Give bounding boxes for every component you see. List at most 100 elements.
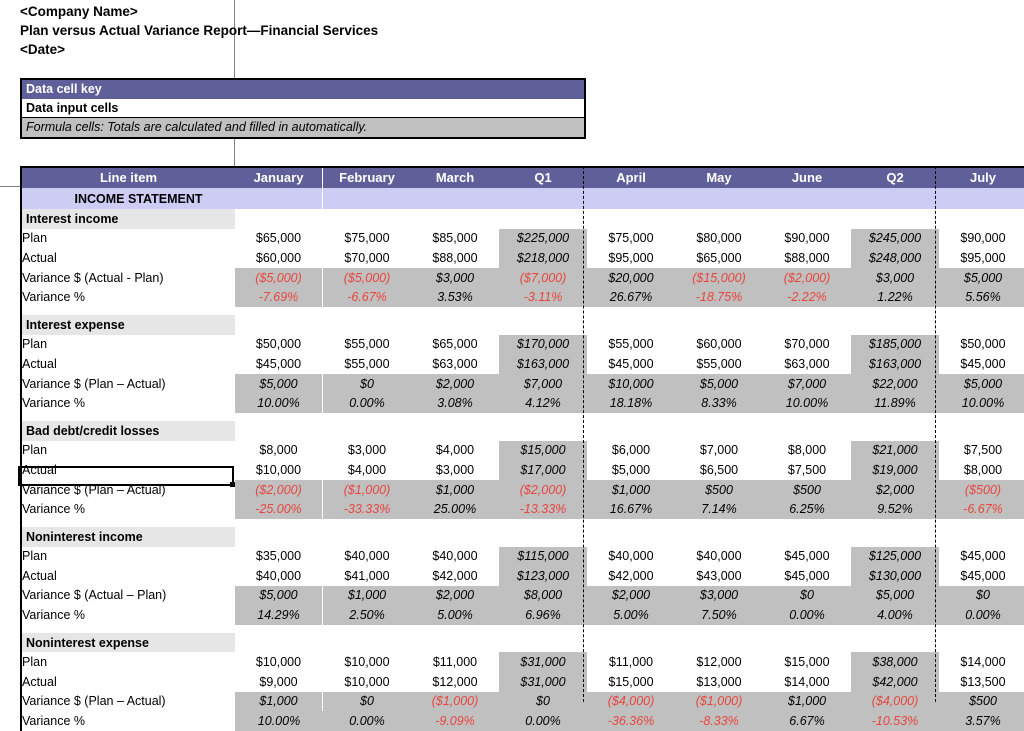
data-cell[interactable]: $2,000 — [411, 585, 499, 606]
data-cell[interactable]: $88,000 — [763, 248, 851, 268]
data-cell[interactable]: $70,000 — [323, 248, 411, 268]
group-empty-cell[interactable] — [499, 314, 587, 335]
data-cell[interactable]: 5.00% — [587, 605, 675, 625]
row-label[interactable]: Plan — [20, 334, 235, 355]
data-cell[interactable]: $7,500 — [939, 440, 1024, 461]
group-empty-cell[interactable] — [499, 632, 587, 653]
section-banner-cell[interactable] — [763, 188, 851, 209]
group-empty-cell[interactable] — [763, 314, 851, 335]
data-cell[interactable]: $125,000 — [851, 546, 939, 567]
data-cell[interactable]: $115,000 — [499, 546, 587, 567]
group-empty-cell[interactable] — [939, 314, 1024, 335]
spacer-label-cell[interactable] — [20, 518, 235, 527]
spacer-label-cell[interactable] — [20, 624, 235, 633]
data-cell[interactable]: $2,000 — [851, 479, 939, 500]
data-cell[interactable]: ($1,000) — [323, 479, 411, 500]
data-cell[interactable]: 10.00% — [235, 711, 323, 731]
data-cell[interactable]: $123,000 — [499, 566, 587, 586]
column-header-february[interactable]: February — [323, 166, 411, 188]
data-cell[interactable]: $41,000 — [323, 566, 411, 586]
row-label[interactable]: Plan — [20, 652, 235, 673]
data-cell[interactable]: $10,000 — [323, 652, 411, 673]
group-empty-cell[interactable] — [323, 420, 411, 441]
data-cell[interactable]: 7.14% — [675, 499, 763, 519]
spacer-cell[interactable] — [939, 412, 1024, 421]
data-cell[interactable]: $75,000 — [587, 228, 675, 249]
row-label[interactable]: Variance % — [20, 605, 235, 625]
data-cell[interactable]: $10,000 — [323, 672, 411, 692]
data-cell[interactable]: $55,000 — [323, 334, 411, 355]
data-cell[interactable]: $63,000 — [763, 354, 851, 374]
spacer-cell[interactable] — [851, 412, 939, 421]
data-cell[interactable]: $2,000 — [411, 373, 499, 394]
spacer-label-cell[interactable] — [20, 306, 235, 315]
data-cell[interactable]: $80,000 — [675, 228, 763, 249]
group-empty-cell[interactable] — [235, 420, 323, 441]
data-cell[interactable]: $163,000 — [851, 354, 939, 374]
data-cell[interactable]: 3.57% — [939, 711, 1024, 731]
group-empty-cell[interactable] — [939, 209, 1024, 229]
data-cell[interactable]: $10,000 — [587, 373, 675, 394]
data-cell[interactable]: 6.96% — [499, 605, 587, 625]
data-cell[interactable]: 14.29% — [235, 605, 323, 625]
data-cell[interactable]: $1,000 — [235, 691, 323, 712]
data-cell[interactable]: 0.00% — [499, 711, 587, 731]
spacer-cell[interactable] — [411, 518, 499, 527]
data-cell[interactable]: $45,000 — [235, 354, 323, 374]
data-cell[interactable]: $10,000 — [235, 652, 323, 673]
data-cell[interactable]: $0 — [763, 585, 851, 606]
data-cell[interactable]: $8,000 — [499, 585, 587, 606]
data-cell[interactable]: $8,000 — [939, 460, 1024, 480]
data-cell[interactable]: $40,000 — [675, 546, 763, 567]
data-cell[interactable]: -8.33% — [675, 711, 763, 731]
data-cell[interactable]: 0.00% — [939, 605, 1024, 625]
row-label[interactable]: Variance $ (Actual – Plan) — [20, 585, 235, 606]
spacer-cell[interactable] — [411, 624, 499, 633]
data-cell[interactable]: $14,000 — [939, 652, 1024, 673]
column-header-july[interactable]: July — [939, 166, 1024, 188]
data-cell[interactable]: $65,000 — [411, 334, 499, 355]
spacer-cell[interactable] — [763, 306, 851, 315]
data-cell[interactable]: $4,000 — [411, 440, 499, 461]
spacer-cell[interactable] — [587, 518, 675, 527]
spacer-cell[interactable] — [499, 518, 587, 527]
data-cell[interactable]: $3,000 — [851, 267, 939, 288]
data-cell[interactable]: $60,000 — [235, 248, 323, 268]
data-cell[interactable]: $45,000 — [939, 546, 1024, 567]
data-cell[interactable]: ($500) — [939, 479, 1024, 500]
row-label[interactable]: Variance % — [20, 711, 235, 731]
data-cell[interactable]: $55,000 — [675, 354, 763, 374]
data-cell[interactable]: $65,000 — [675, 248, 763, 268]
section-banner-cell[interactable] — [587, 188, 675, 209]
spacer-cell[interactable] — [411, 412, 499, 421]
data-cell[interactable]: $12,000 — [675, 652, 763, 673]
row-label[interactable]: Plan — [20, 546, 235, 567]
group-empty-cell[interactable] — [587, 526, 675, 547]
row-label[interactable]: Variance $ (Actual - Plan) — [20, 267, 235, 288]
data-cell[interactable]: $20,000 — [587, 267, 675, 288]
group-name[interactable]: Noninterest expense — [20, 632, 235, 653]
section-banner-cell[interactable] — [323, 188, 411, 209]
spacer-cell[interactable] — [587, 306, 675, 315]
group-empty-cell[interactable] — [411, 209, 499, 229]
data-cell[interactable]: $50,000 — [235, 334, 323, 355]
spacer-cell[interactable] — [675, 518, 763, 527]
data-cell[interactable]: $42,000 — [851, 672, 939, 692]
data-cell[interactable]: 4.12% — [499, 393, 587, 413]
data-cell[interactable]: -7.69% — [235, 287, 323, 307]
data-cell[interactable]: $4,000 — [323, 460, 411, 480]
row-label[interactable]: Plan — [20, 440, 235, 461]
data-cell[interactable]: ($2,000) — [763, 267, 851, 288]
data-cell[interactable]: $8,000 — [235, 440, 323, 461]
spacer-cell[interactable] — [675, 412, 763, 421]
data-cell[interactable]: $40,000 — [587, 546, 675, 567]
data-cell[interactable]: 10.00% — [763, 393, 851, 413]
data-cell[interactable]: $130,000 — [851, 566, 939, 586]
group-empty-cell[interactable] — [587, 420, 675, 441]
data-cell[interactable]: ($2,000) — [235, 479, 323, 500]
spacer-cell[interactable] — [939, 624, 1024, 633]
data-cell[interactable]: $3,000 — [411, 460, 499, 480]
column-header-march[interactable]: March — [411, 166, 499, 188]
row-label[interactable]: Actual — [20, 248, 235, 268]
data-cell[interactable]: ($1,000) — [411, 691, 499, 712]
